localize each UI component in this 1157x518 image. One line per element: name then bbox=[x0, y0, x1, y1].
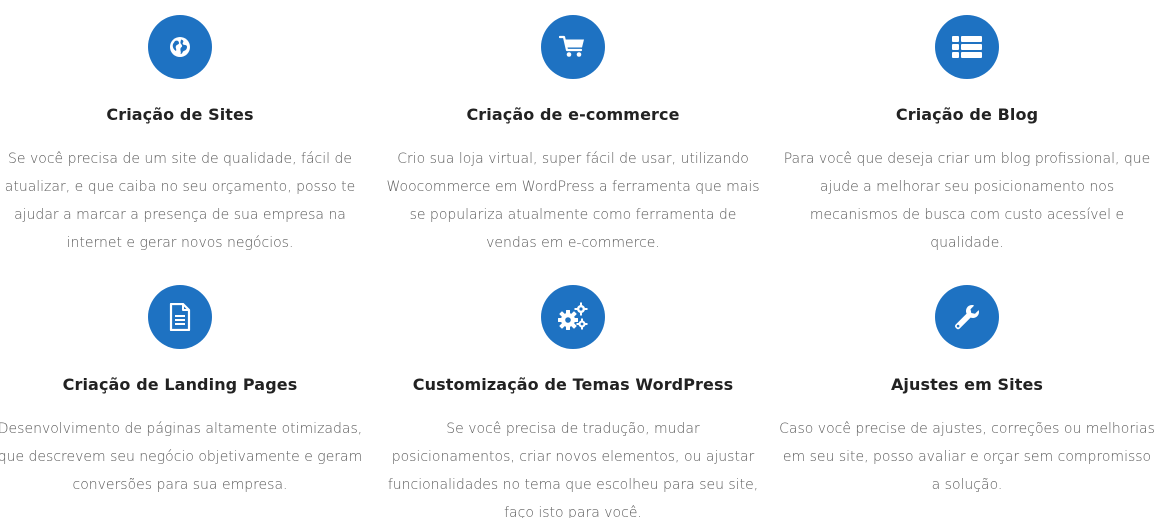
globe-icon bbox=[148, 15, 212, 79]
service-title: Criação de Landing Pages bbox=[62, 375, 298, 394]
service-description: Caso você precise de ajustes, correções … bbox=[779, 421, 1155, 493]
service-title: Criação de Blog bbox=[895, 105, 1039, 124]
service-description: Se você precisa de um site de qualidade,… bbox=[4, 151, 356, 251]
service-card-wordpress-themes: Customização de Temas WordPress Se você … bbox=[383, 285, 763, 518]
gears-icon bbox=[541, 285, 605, 349]
service-description: Desenvolvimento de páginas altamente oti… bbox=[0, 421, 363, 493]
service-title: Criação de Sites bbox=[106, 105, 254, 124]
service-card-blog: Criação de Blog Para você que deseja cri… bbox=[777, 15, 1157, 257]
service-card-site-adjustments: Ajustes em Sites Caso você precise de aj… bbox=[777, 285, 1157, 499]
service-card-landing-pages: Criação de Landing Pages Desenvolvimento… bbox=[0, 285, 370, 499]
service-title: Ajustes em Sites bbox=[890, 375, 1044, 394]
service-card-sites: Criação de Sites Se você precisa de um s… bbox=[0, 15, 370, 257]
shopping-cart-icon bbox=[541, 15, 605, 79]
document-icon bbox=[148, 285, 212, 349]
service-card-ecommerce: Criação de e-commerce Crio sua loja virt… bbox=[383, 15, 763, 257]
service-description: Crio sua loja virtual, super fácil de us… bbox=[386, 151, 760, 251]
service-description: Para você que deseja criar um blog profi… bbox=[783, 151, 1151, 251]
wrench-icon bbox=[935, 285, 999, 349]
list-icon bbox=[935, 15, 999, 79]
service-title: Customização de Temas WordPress bbox=[412, 375, 734, 394]
service-title: Criação de e-commerce bbox=[466, 105, 680, 124]
services-grid: Criação de Sites Se você precisa de um s… bbox=[0, 0, 1157, 518]
service-description: Se você precisa de tradução, mudar posic… bbox=[387, 421, 759, 518]
